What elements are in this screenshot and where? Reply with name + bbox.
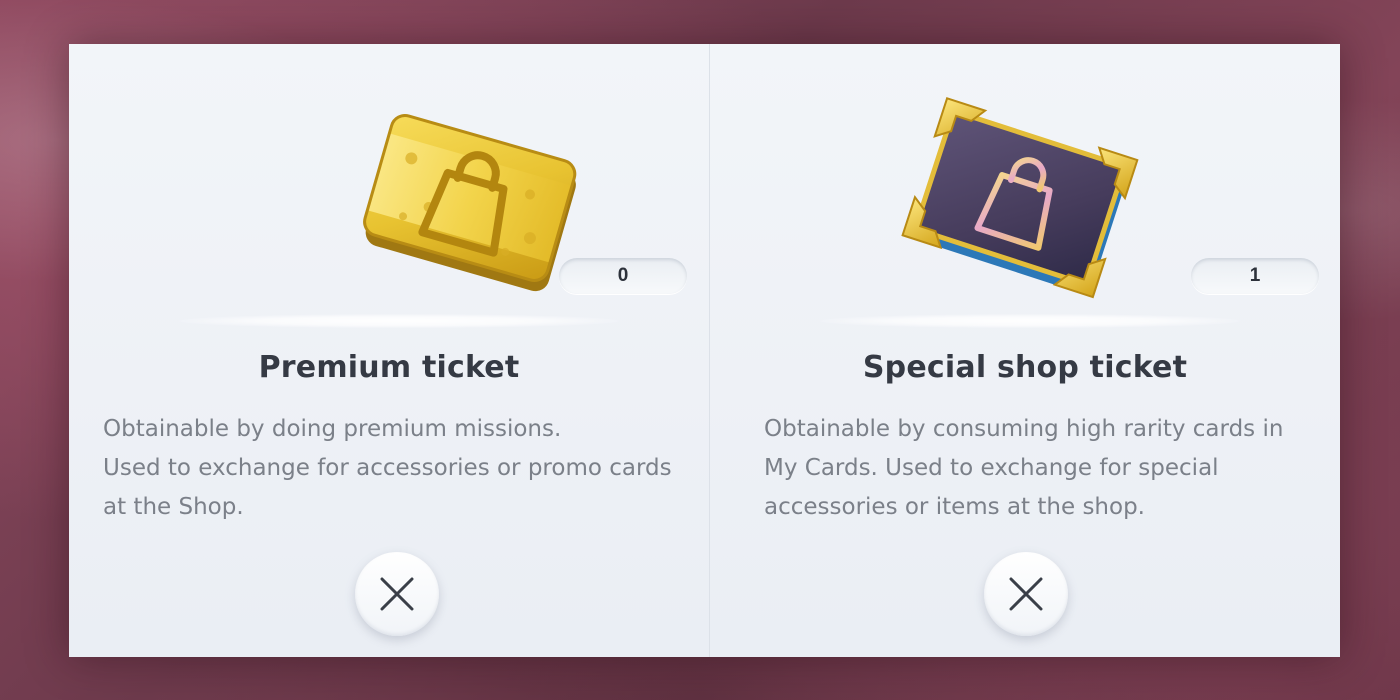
ticket-count: 1 — [1191, 258, 1319, 294]
close-icon — [380, 577, 414, 611]
ticket-info-panels: 0 Premium ticket Obtainable by doing pre… — [69, 44, 1340, 657]
premium-ticket-panel: 0 Premium ticket Obtainable by doing pre… — [69, 44, 709, 657]
pedestal-highlight — [820, 314, 1240, 328]
ticket-count: 0 — [559, 258, 687, 294]
description-line: Obtainable by doing premium missions. — [103, 416, 562, 442]
description-line: accessories or items at the shop. — [764, 494, 1145, 520]
ticket-title: Premium ticket — [258, 350, 520, 385]
close-button[interactable] — [984, 552, 1068, 636]
premium-ticket-icon — [339, 84, 599, 324]
description-line: Obtainable by consuming high rarity card… — [764, 416, 1284, 442]
ticket-description: Obtainable by consuming high rarity card… — [764, 410, 1324, 527]
description-line: at the Shop. — [103, 494, 244, 520]
special-shop-ticket-panel: 1 Special shop ticket Obtainable by cons… — [710, 44, 1340, 657]
close-button[interactable] — [355, 552, 439, 636]
pedestal-highlight — [179, 314, 619, 328]
description-line: Used to exchange for accessories or prom… — [103, 455, 672, 481]
ticket-title: Special shop ticket — [862, 350, 1188, 385]
special-shop-ticket-icon — [890, 84, 1150, 324]
description-line: My Cards. Used to exchange for special — [764, 455, 1219, 481]
close-icon — [1009, 577, 1043, 611]
ticket-description: Obtainable by doing premium missions. Us… — [103, 410, 703, 527]
